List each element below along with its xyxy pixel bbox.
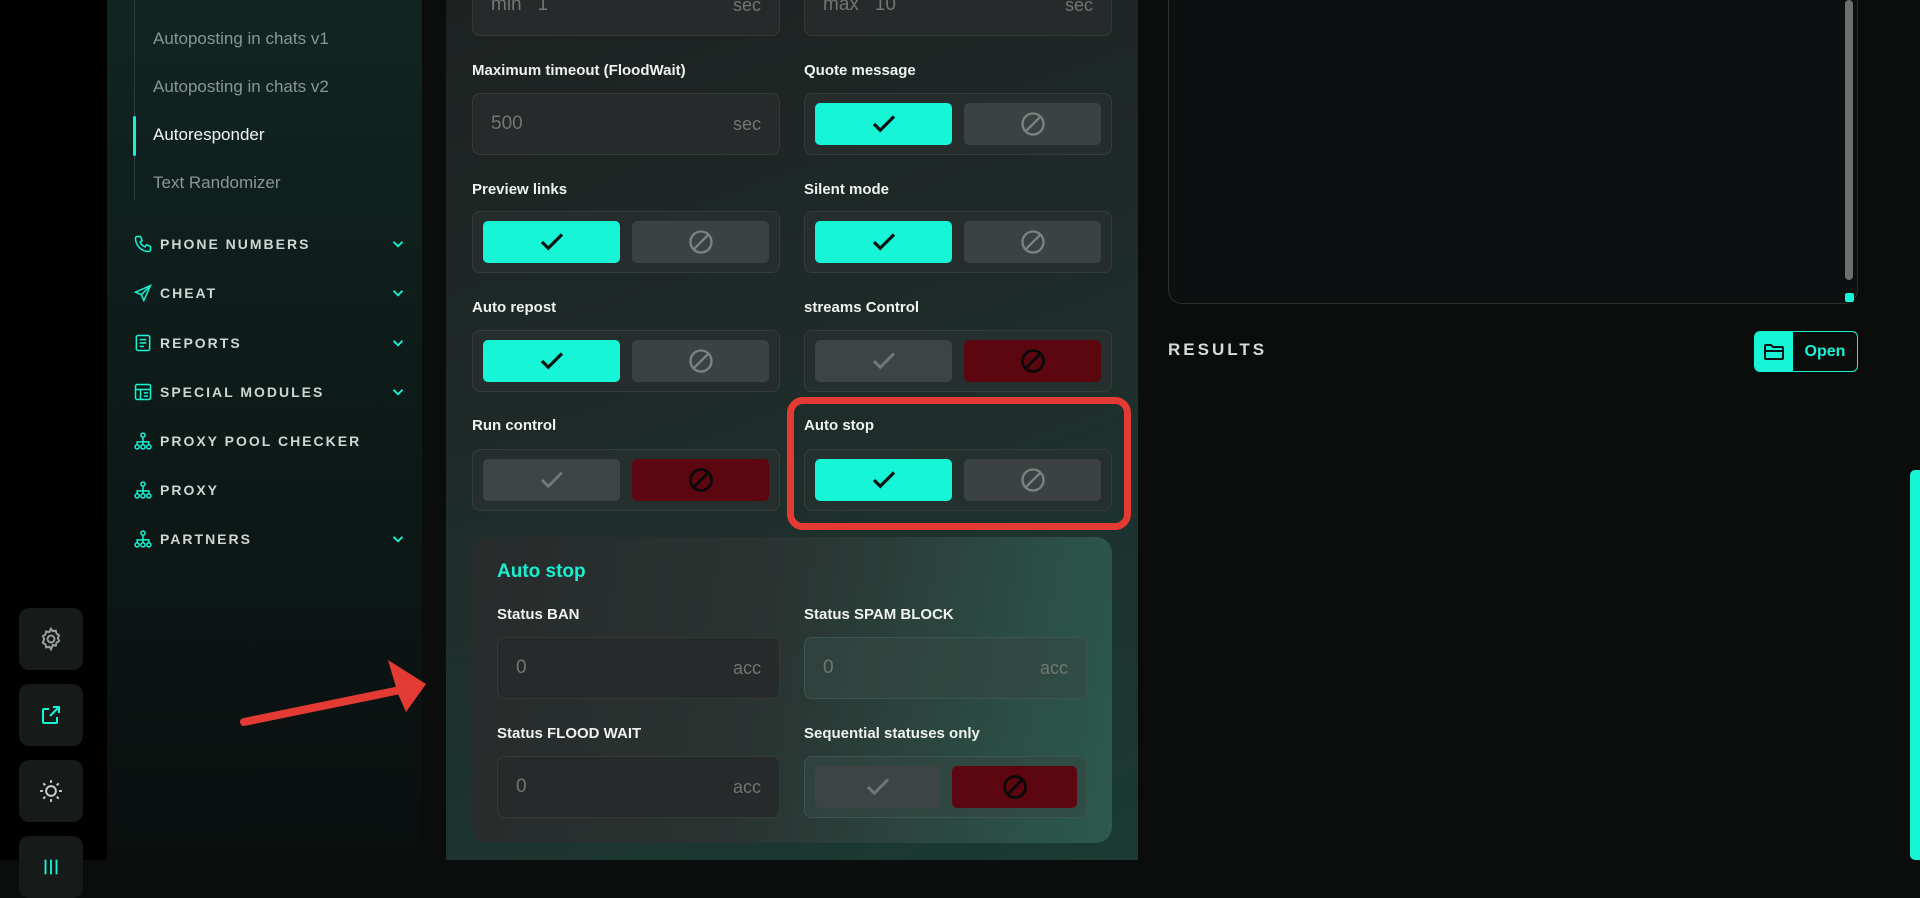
silent-mode-label: Silent mode (804, 181, 890, 198)
run-control-label: Run control (472, 417, 557, 434)
check-icon (540, 233, 563, 251)
sidebar-item-text-randomizer[interactable]: Text Randomizer (153, 173, 281, 193)
max-timeout-label: Maximum timeout (FloodWait) (472, 62, 686, 79)
quote-message-off-button[interactable] (964, 103, 1101, 145)
stats-button[interactable] (19, 836, 83, 898)
nav-special-modules[interactable]: SPECIAL MODULES (132, 380, 407, 404)
status-spam-label: Status SPAM BLOCK (804, 606, 954, 623)
output-textarea[interactable] (1168, 0, 1858, 304)
send-icon (132, 282, 154, 304)
textarea-scrollbar[interactable] (1845, 0, 1853, 280)
bars-icon (44, 859, 58, 875)
preview-links-off-button[interactable] (632, 221, 769, 263)
arrow-annotation (240, 660, 426, 726)
resize-handle[interactable] (1845, 293, 1854, 302)
chevron-down-icon (392, 290, 404, 297)
sidebar-item-autoposting-v2[interactable]: Autoposting in chats v2 (153, 77, 329, 97)
streams-control-label: streams Control (804, 299, 920, 316)
nav-phone-numbers[interactable]: PHONE NUMBERS (132, 232, 407, 256)
report-icon (132, 332, 154, 354)
chevron-down-icon (392, 241, 404, 248)
chevron-down-icon (392, 340, 404, 347)
status-spam-input[interactable]: 0 acc (804, 637, 1087, 699)
auto-repost-off-button[interactable] (632, 340, 769, 382)
check-icon (872, 233, 895, 251)
preview-links-on-button[interactable] (483, 221, 620, 263)
silent-mode-toggle (804, 211, 1112, 273)
nav-partners[interactable]: PARTNERS (132, 527, 407, 551)
run-control-on-button[interactable] (483, 459, 620, 501)
max-timeout-input[interactable]: 500 sec (472, 93, 780, 155)
theme-toggle-button[interactable] (19, 760, 83, 822)
nav-cheat[interactable]: CHEAT (132, 281, 407, 305)
status-ban-input[interactable]: 0 acc (497, 637, 780, 699)
folder-icon (1755, 332, 1793, 371)
check-icon (540, 352, 563, 370)
chevron-down-icon (392, 536, 404, 543)
active-indicator (133, 116, 136, 156)
check-icon (866, 778, 889, 796)
sequential-on-button[interactable] (815, 766, 940, 808)
sidebar-item-autoresponder[interactable]: Autoresponder (153, 125, 265, 145)
ban-icon (688, 230, 713, 254)
quote-message-label: Quote message (804, 62, 916, 79)
check-icon (540, 471, 563, 489)
quote-message-toggle (804, 93, 1112, 155)
phone-icon (132, 233, 154, 255)
external-link-icon (42, 706, 60, 724)
status-flood-input[interactable]: 0 acc (497, 756, 780, 818)
modules-icon (132, 381, 154, 403)
run-control-off-button[interactable] (632, 459, 769, 501)
sequential-off-button[interactable] (952, 766, 1077, 808)
silent-mode-off-button[interactable] (964, 221, 1101, 263)
status-ban-label: Status BAN (497, 606, 580, 623)
results-title: RESULTS (1168, 340, 1268, 359)
chevron-down-icon (392, 389, 404, 396)
ban-icon (1020, 112, 1045, 136)
status-flood-label: Status FLOOD WAIT (497, 725, 642, 742)
check-icon (872, 352, 895, 370)
sequential-label: Sequential statuses only (804, 725, 980, 742)
auto-repost-on-button[interactable] (483, 340, 620, 382)
auto-repost-toggle (472, 330, 780, 392)
highlight-annotation (787, 397, 1131, 530)
sun-moon-icon (40, 780, 62, 802)
settings-button[interactable] (19, 608, 83, 670)
preview-links-toggle (472, 211, 780, 273)
nav-reports[interactable]: REPORTS (132, 331, 407, 355)
ban-icon (1020, 230, 1045, 254)
preview-links-label: Preview links (472, 181, 568, 198)
sidebar-item-autoposting-v1[interactable]: Autoposting in chats v1 (153, 29, 329, 49)
open-results-button[interactable]: Open (1754, 331, 1858, 372)
page-scrollbar[interactable] (1910, 470, 1920, 860)
auto-repost-label: Auto repost (472, 299, 557, 316)
silent-mode-on-button[interactable] (815, 221, 952, 263)
gear-icon (41, 626, 61, 652)
sequential-toggle (804, 756, 1087, 818)
ban-icon (1002, 775, 1027, 799)
run-control-toggle (472, 449, 780, 511)
external-link-button[interactable] (19, 684, 83, 746)
streams-control-off-button[interactable] (964, 340, 1101, 382)
ban-icon (688, 349, 713, 373)
check-icon (872, 115, 895, 133)
network-icon (132, 528, 154, 550)
streams-control-on-button[interactable] (815, 340, 952, 382)
network-icon (132, 430, 154, 452)
network-icon (132, 479, 154, 501)
nav-proxy[interactable]: PROXY (132, 478, 407, 502)
nav-proxy-pool-checker[interactable]: PROXY POOL CHECKER (132, 429, 407, 453)
streams-control-toggle (804, 330, 1112, 392)
quote-message-on-button[interactable] (815, 103, 952, 145)
delay-min-input[interactable]: min 1 sec (472, 0, 780, 36)
submenu-line (134, 0, 135, 200)
auto-stop-panel-title: Auto stop (497, 561, 586, 582)
icon-rail (0, 0, 107, 898)
ban-icon (1020, 349, 1045, 373)
delay-max-input[interactable]: max 10 sec (804, 0, 1112, 36)
ban-icon (688, 468, 713, 492)
